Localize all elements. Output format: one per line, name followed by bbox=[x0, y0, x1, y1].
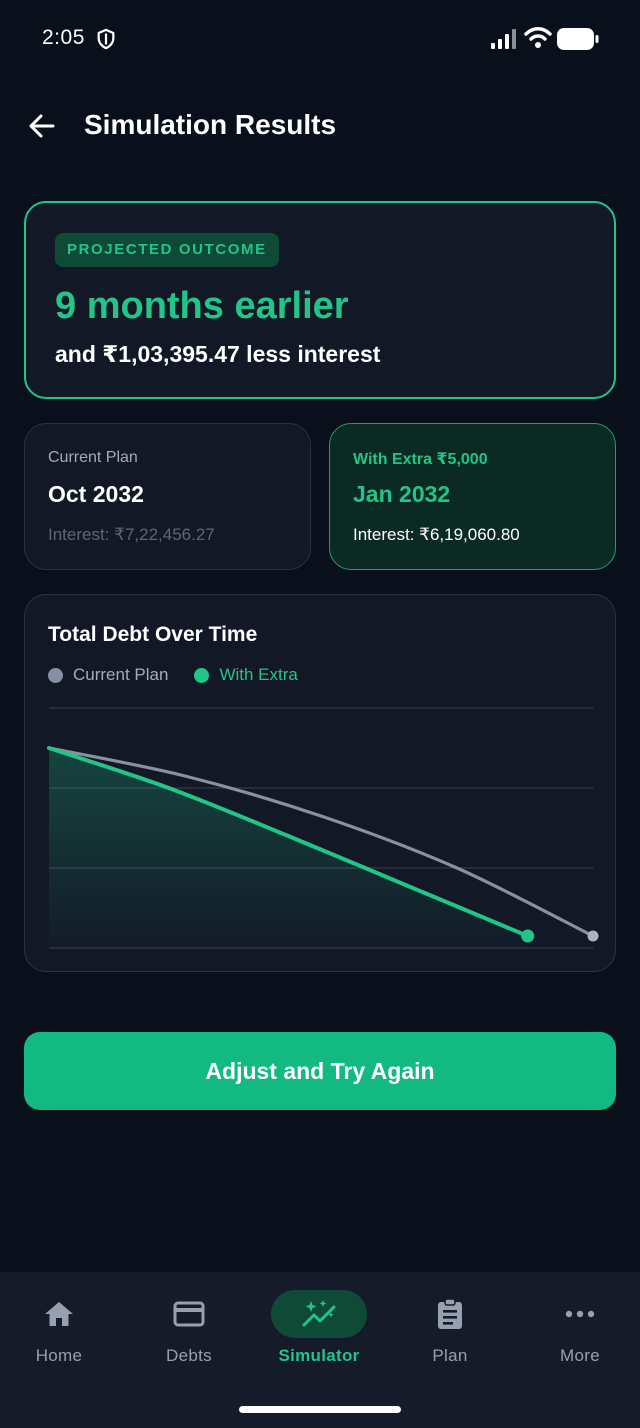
legend-dot bbox=[194, 667, 210, 683]
sparkle-chart-icon bbox=[302, 1300, 336, 1327]
debt-chart bbox=[47, 707, 599, 949]
nav-plan[interactable]: Plan bbox=[391, 1290, 509, 1372]
status-bar: 2:05 bbox=[0, 0, 640, 78]
card-icon bbox=[173, 1301, 205, 1327]
legend-extra: With Extra bbox=[194, 665, 298, 685]
current-plan-card: Current Plan Oct 2032 Interest: ₹7,22,45… bbox=[24, 423, 311, 570]
nav-label: Plan bbox=[432, 1346, 468, 1365]
outcome-savings: and ₹1,03,395.47 less interest bbox=[55, 341, 381, 367]
chart-legend: Current Plan With Extra bbox=[48, 665, 324, 685]
signal-icon bbox=[491, 29, 516, 49]
screen: 2:05 Simulation Results PROJECTED OUTCOM… bbox=[0, 0, 640, 1428]
nav-icon-container bbox=[532, 1290, 628, 1338]
nav-label: More bbox=[560, 1346, 600, 1365]
wifi-icon bbox=[524, 27, 552, 48]
with-extra-endpoint bbox=[521, 929, 535, 943]
nav-label: Debts bbox=[166, 1346, 212, 1365]
legend-label: Current Plan bbox=[73, 665, 169, 684]
home-indicator[interactable] bbox=[239, 1406, 401, 1413]
plan-payoff-date: Oct 2032 bbox=[48, 481, 144, 507]
page-title: Simulation Results bbox=[84, 109, 337, 140]
legend-current: Current Plan bbox=[48, 665, 168, 685]
nav-icon-container bbox=[141, 1290, 237, 1338]
nav-icon-container bbox=[271, 1290, 367, 1338]
plan-payoff-date: Jan 2032 bbox=[353, 481, 451, 507]
nav-simulator[interactable]: Simulator bbox=[260, 1290, 378, 1372]
legend-label: With Extra bbox=[219, 665, 298, 684]
outcome-headline: 9 months earlier bbox=[55, 285, 349, 327]
chart-card: Total Debt Over Time Current Plan With E… bbox=[24, 594, 616, 972]
back-arrow-icon[interactable] bbox=[24, 108, 60, 144]
status-time: 2:05 bbox=[42, 26, 85, 49]
chart-title: Total Debt Over Time bbox=[48, 623, 258, 646]
home-icon bbox=[45, 1302, 73, 1326]
with-extra-area bbox=[49, 748, 528, 948]
plan-interest: Interest: ₹6,19,060.80 bbox=[353, 525, 520, 544]
outcome-badge: PROJECTED OUTCOME bbox=[55, 233, 279, 267]
nav-debts[interactable]: Debts bbox=[130, 1290, 248, 1372]
nav-icon-container bbox=[11, 1290, 107, 1338]
header: Simulation Results bbox=[0, 96, 640, 156]
clipboard-icon bbox=[438, 1298, 462, 1329]
outcome-card: PROJECTED OUTCOME 9 months earlier and ₹… bbox=[24, 201, 616, 399]
nav-more[interactable]: More bbox=[521, 1290, 639, 1372]
nav-label: Home bbox=[35, 1346, 83, 1365]
plan-label: With Extra ₹5,000 bbox=[353, 451, 488, 468]
legend-dot bbox=[48, 667, 63, 683]
nav-label: Simulator bbox=[278, 1346, 360, 1365]
battery-icon bbox=[557, 28, 599, 50]
plan-interest: Interest: ₹7,22,456.27 bbox=[48, 525, 215, 544]
adjust-try-again-button[interactable]: Adjust and Try Again bbox=[24, 1032, 616, 1110]
shield-icon bbox=[97, 28, 115, 50]
extra-plan-card: With Extra ₹5,000 Jan 2032 Interest: ₹6,… bbox=[329, 423, 616, 570]
current-plan-endpoint bbox=[587, 930, 599, 942]
bottom-nav: Home Debts Simulator Plan More bbox=[0, 1272, 640, 1428]
plan-label: Current Plan bbox=[48, 449, 138, 466]
nav-home[interactable]: Home bbox=[0, 1290, 118, 1372]
nav-icon-container bbox=[402, 1290, 498, 1338]
more-dots-icon bbox=[565, 1310, 595, 1318]
